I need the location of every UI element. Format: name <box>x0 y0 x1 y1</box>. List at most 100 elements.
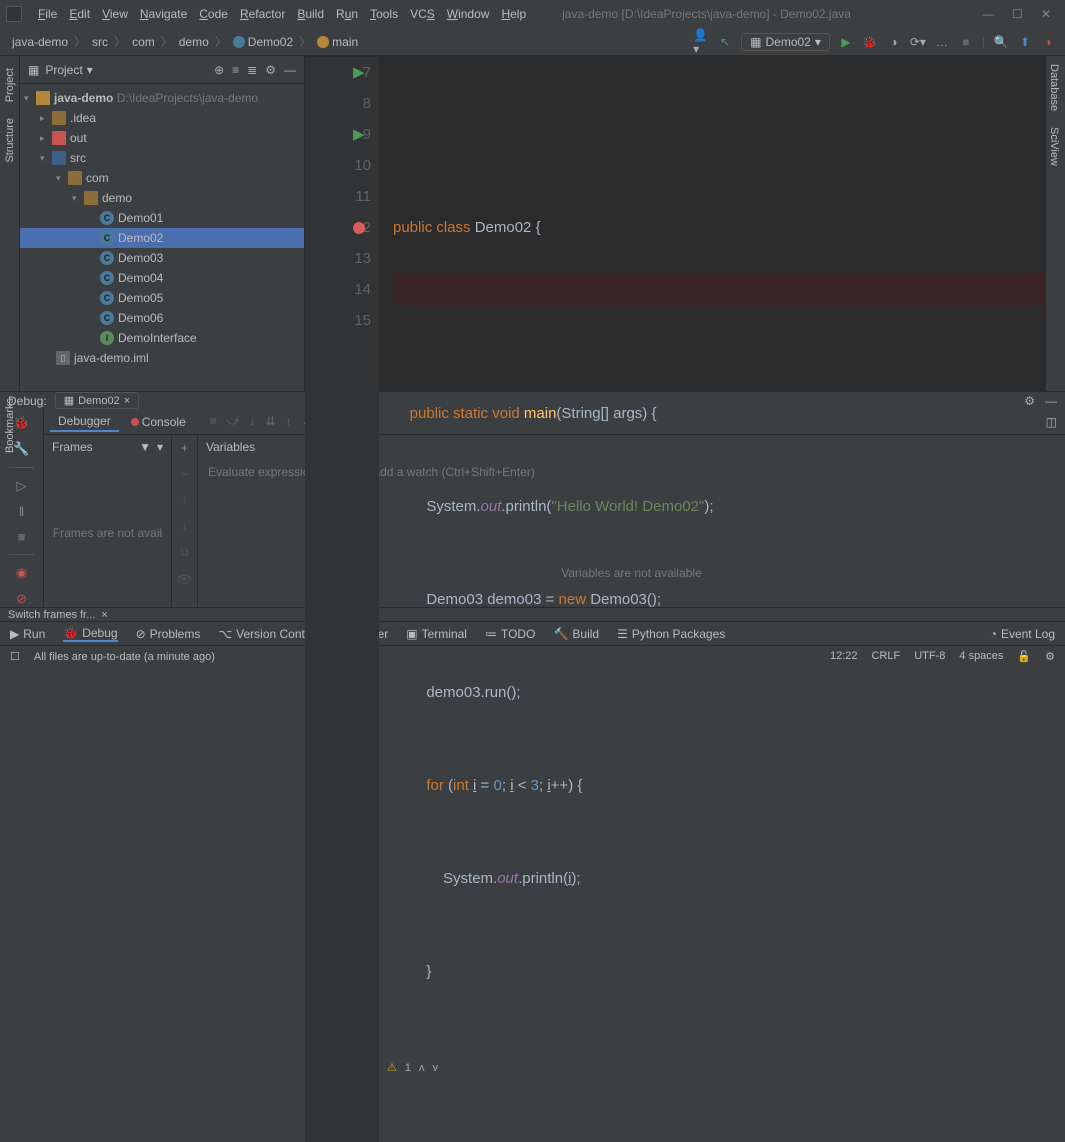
code-editor[interactable]: ▶7 8 ▶9 10 11 12 13 14 15 public class D… <box>305 57 1045 1142</box>
collapse-all-icon[interactable]: ≣ <box>247 63 257 77</box>
crumb-project[interactable]: java-demo <box>8 35 72 49</box>
run-config-label: Demo02 <box>765 35 810 49</box>
menu-vcs[interactable]: VCS <box>404 5 441 23</box>
crumb-method[interactable]: main <box>313 35 362 49</box>
layout-icon[interactable]: ◫ <box>1046 415 1065 429</box>
left-tab-bookmarks[interactable]: Bookmarks <box>2 390 18 461</box>
left-tab-project[interactable]: Project <box>2 60 18 110</box>
tree-class[interactable]: CDemo04 <box>20 268 304 288</box>
maximize-button[interactable]: ☐ <box>1012 7 1023 21</box>
project-view-icon: ▦ <box>28 63 39 77</box>
breadcrumb-bar: java-demo〉 src〉 com〉 demo〉 Demo02〉 main … <box>0 28 1065 56</box>
step-over-icon[interactable]: ⤻ <box>227 414 240 429</box>
crumb-demo[interactable]: demo <box>175 35 213 49</box>
search-icon[interactable]: 🔍 <box>993 34 1009 50</box>
frames-panel: Frames ▼▾ Frames are not avail <box>44 435 172 607</box>
left-tab-structure[interactable]: Structure <box>2 110 18 171</box>
bottom-run[interactable]: ▶ Run <box>10 627 45 641</box>
memory-icon[interactable]: ⚙ <box>1045 650 1055 663</box>
menu-navigate[interactable]: Navigate <box>134 5 193 23</box>
debug-config-tab[interactable]: ▦ Demo02 × <box>55 392 139 409</box>
status-icon[interactable]: ☐ <box>10 650 20 663</box>
add-user-icon[interactable]: 👤▾ <box>693 34 709 50</box>
gear-icon[interactable]: ⚙ <box>265 63 276 77</box>
menu-build[interactable]: Build <box>291 5 330 23</box>
project-view-dropdown[interactable]: Project ▾ <box>45 63 92 77</box>
debugger-tab[interactable]: Debugger <box>50 412 119 432</box>
run-gutter-icon[interactable]: ▶ <box>353 119 365 150</box>
down-icon[interactable]: ↓ <box>182 519 188 533</box>
debug-button[interactable]: 🐞 <box>862 34 878 50</box>
tree-class[interactable]: CDemo01 <box>20 208 304 228</box>
tree-class[interactable]: CDemo06 <box>20 308 304 328</box>
project-tree[interactable]: ▾java-demo D:\IdeaProjects\java-demo ▸.i… <box>20 84 304 391</box>
force-step-icon[interactable]: ⇊ <box>266 414 276 429</box>
minimize-button[interactable]: — <box>982 7 994 21</box>
tree-src[interactable]: ▾src <box>20 148 304 168</box>
run-button[interactable]: ▶ <box>838 34 854 50</box>
bottom-problems[interactable]: ⊘ Problems <box>136 627 201 641</box>
menu-file[interactable]: File <box>32 5 63 23</box>
stop-button[interactable]: ■ <box>958 34 974 50</box>
step-into-icon[interactable]: ↓ <box>250 414 256 429</box>
tree-idea[interactable]: ▸.idea <box>20 108 304 128</box>
crumb-class[interactable]: Demo02 <box>229 35 297 49</box>
tree-interface[interactable]: IDemoInterface <box>20 328 304 348</box>
vars-toolbar: + − ↑ ↓ ⧉ 👁 <box>172 435 198 607</box>
show-icon[interactable]: 👁 <box>177 572 192 586</box>
coverage-button[interactable]: ◑ <box>886 34 902 50</box>
hide-panel-icon[interactable]: — <box>284 63 296 77</box>
next-highlight-icon[interactable]: v <box>433 1053 439 1084</box>
run-config-dropdown[interactable]: ▦ Demo02 ▾ <box>741 33 830 51</box>
frames-dropdown-icon[interactable]: ▾ <box>157 440 163 454</box>
tree-root[interactable]: ▾java-demo D:\IdeaProjects\java-demo <box>20 88 304 108</box>
menu-tools[interactable]: Tools <box>364 5 404 23</box>
ide-icon[interactable]: ◗ <box>1041 34 1057 50</box>
menu-window[interactable]: Window <box>441 5 496 23</box>
step-toolbar-icon[interactable]: ≡ <box>210 414 217 429</box>
select-opened-icon[interactable]: ⊕ <box>214 63 224 77</box>
menu-help[interactable]: Help <box>495 5 532 23</box>
crumb-src[interactable]: src <box>88 35 112 49</box>
tree-class[interactable]: CDemo05 <box>20 288 304 308</box>
tree-com[interactable]: ▾com <box>20 168 304 188</box>
gutter[interactable]: ▶7 8 ▶9 10 11 12 13 14 15 <box>305 57 379 1142</box>
tree-demo[interactable]: ▾demo <box>20 188 304 208</box>
warning-icon[interactable]: ⚠ <box>387 1053 397 1084</box>
menu-view[interactable]: View <box>96 5 134 23</box>
copy-icon[interactable]: ⧉ <box>180 545 189 560</box>
debug-mute-icon[interactable]: ⊘ <box>16 591 27 607</box>
menu-refactor[interactable]: Refactor <box>234 5 291 23</box>
tree-out[interactable]: ▸out <box>20 128 304 148</box>
breakpoint-icon[interactable] <box>353 222 365 234</box>
debug-hide-icon[interactable]: — <box>1045 394 1057 408</box>
menu-run[interactable]: Run <box>330 5 364 23</box>
editor-area: e.java× CDemo06.java× CDemo05.java× CDem… <box>305 56 1045 391</box>
right-tab-database[interactable]: Database <box>1046 56 1062 119</box>
step-out-icon[interactable]: ↑ <box>286 414 292 429</box>
expand-all-icon[interactable]: ≡ <box>232 63 239 77</box>
close-button[interactable]: ✕ <box>1041 7 1051 21</box>
tree-class-selected[interactable]: CDemo02 <box>20 228 304 248</box>
menu-code[interactable]: Code <box>193 5 234 23</box>
right-tab-sciview[interactable]: SciView <box>1046 119 1062 174</box>
bottom-debug[interactable]: 🐞 Debug <box>63 626 117 642</box>
bottom-vcs[interactable]: ⌥ Version Control <box>218 627 318 641</box>
crumb-com[interactable]: com <box>128 35 159 49</box>
remove-watch-icon[interactable]: − <box>181 467 188 481</box>
attach-button[interactable]: … <box>934 34 950 50</box>
filter-icon[interactable]: ▼ <box>139 440 151 454</box>
hammer-icon[interactable]: ↖ <box>717 34 733 50</box>
left-tool-strip: Project Structure <box>0 56 20 391</box>
up-icon[interactable]: ↑ <box>182 493 188 507</box>
console-tab[interactable]: Console <box>123 413 194 431</box>
new-watch-icon[interactable]: + <box>181 441 188 455</box>
menu-edit[interactable]: Edit <box>63 5 96 23</box>
tree-class[interactable]: CDemo03 <box>20 248 304 268</box>
tree-iml[interactable]: ▯java-demo.iml <box>20 348 304 368</box>
code-text[interactable]: public class Demo02 { public static void… <box>379 57 1045 1142</box>
profiler-button[interactable]: ⟳▾ <box>910 34 926 50</box>
sync-icon[interactable]: ⬆ <box>1017 34 1033 50</box>
run-gutter-icon[interactable]: ▶ <box>353 57 365 88</box>
prev-highlight-icon[interactable]: ʌ <box>419 1053 425 1084</box>
